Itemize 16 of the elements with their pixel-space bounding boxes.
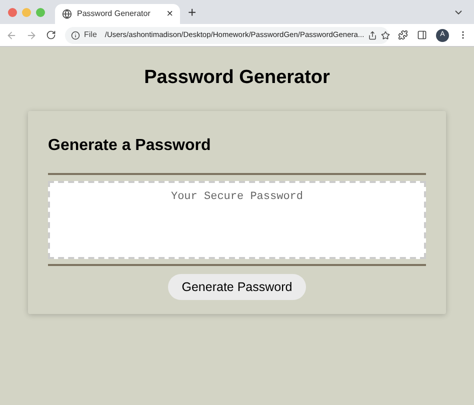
new-tab-button[interactable]: +: [188, 5, 196, 19]
side-panel-icon[interactable]: [417, 30, 427, 40]
star-icon[interactable]: [381, 30, 390, 40]
tab-title: Password Generator: [77, 8, 152, 20]
info-icon: [71, 30, 80, 40]
share-icon[interactable]: [368, 30, 378, 40]
extensions-icon[interactable]: [398, 30, 408, 40]
scheme-label: File: [84, 29, 97, 41]
password-field[interactable]: Your Secure Password: [48, 181, 426, 259]
reload-icon[interactable]: [46, 30, 56, 40]
generate-password-button[interactable]: Generate Password: [168, 274, 306, 300]
browser-tab[interactable]: Password Generator ×: [55, 4, 180, 24]
tab-close-button[interactable]: ×: [166, 8, 173, 20]
page-title: Password Generator: [143, 67, 331, 89]
card-heading: Generate a Password: [48, 136, 212, 156]
globe-icon: [62, 9, 72, 19]
